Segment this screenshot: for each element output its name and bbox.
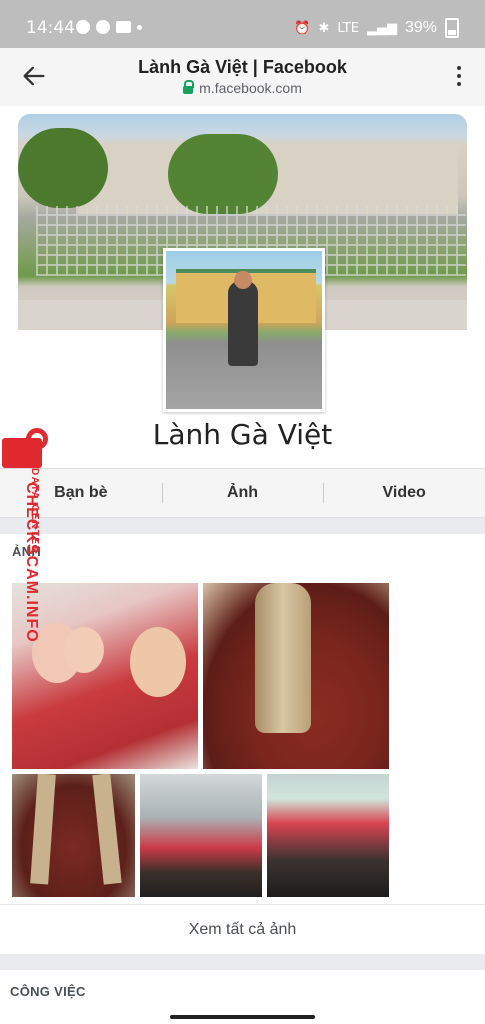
- url-text: m.facebook.com: [199, 80, 302, 96]
- photos-section: ẢNH Xem tất cả ảnh: [0, 534, 485, 954]
- facebook-icon: [96, 20, 110, 34]
- profile-picture[interactable]: [163, 248, 325, 412]
- status-time: 14:44: [26, 18, 75, 38]
- tab-photos[interactable]: Ảnh: [161, 469, 324, 517]
- battery-percent: 39%: [404, 19, 437, 36]
- zalo-icon: [116, 21, 131, 33]
- lock-icon: [183, 80, 195, 94]
- photo-thumbnail[interactable]: [140, 774, 262, 897]
- see-all-photos-link[interactable]: Xem tất cả ảnh: [0, 904, 485, 955]
- photo-thumbnail[interactable]: [203, 583, 389, 769]
- battery-icon: [445, 18, 459, 38]
- watermark: DATA CENTER CHECKSCAM.INFO: [0, 420, 60, 660]
- section-title-work: CÔNG VIỆC: [10, 984, 86, 999]
- browser-toolbar: Lành Gà Việt | Facebook m.facebook.com: [0, 48, 485, 107]
- gesture-bar[interactable]: [0, 1012, 485, 1024]
- tab-videos[interactable]: Video: [323, 469, 485, 517]
- profile-tabs: Bạn bè Ảnh Video: [0, 468, 485, 518]
- network-type-icon: LTE: [337, 20, 359, 36]
- photo-thumbnail[interactable]: [12, 774, 135, 897]
- more-notifications-icon: [137, 24, 142, 30]
- signal-icon: ▂▄▆: [366, 20, 397, 36]
- photo-thumbnail[interactable]: [267, 774, 389, 897]
- alarm-icon: ⏰: [294, 20, 311, 36]
- watermark-lock-icon: [2, 428, 48, 468]
- status-bar: 14:44 ⏰ ✱ LTE ▂▄▆ 39%: [0, 0, 485, 48]
- more-options-icon[interactable]: [457, 66, 463, 86]
- bluetooth-icon: ✱: [318, 20, 330, 36]
- profile-name: Lành Gà Việt: [152, 418, 333, 451]
- watermark-text: CHECKSCAM.INFO: [23, 482, 40, 643]
- page-title: Lành Gà Việt | Facebook: [138, 57, 347, 77]
- profile-header: Lành Gà Việt: [0, 106, 485, 518]
- messenger-icon: [76, 20, 90, 34]
- url-display[interactable]: m.facebook.com: [0, 80, 485, 96]
